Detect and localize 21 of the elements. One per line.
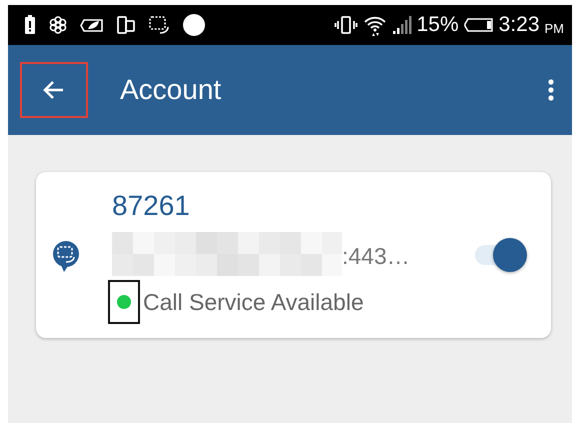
circle-icon (182, 13, 206, 37)
status-text: Call Service Available (143, 288, 364, 316)
signal-icon (392, 15, 412, 35)
battery-icon (464, 17, 494, 33)
battery-percentage: 15% (416, 13, 459, 37)
vibrate-icon (334, 15, 358, 35)
address-port: :443… (342, 243, 410, 270)
clock-period: PM (544, 20, 564, 36)
devices-icon (116, 15, 136, 35)
back-button[interactable] (20, 62, 88, 118)
flower-icon (48, 15, 68, 35)
app-bar-title: Account (120, 74, 222, 106)
leaf-card-icon (80, 16, 104, 34)
wifi-icon (362, 14, 387, 36)
account-number: 87261 (112, 190, 191, 222)
chat-bubble-icon (52, 241, 80, 273)
battery-alert-icon (24, 15, 36, 35)
clock-time: 3:23 (498, 13, 540, 37)
chat-phone-icon (148, 15, 170, 35)
account-card[interactable]: 87261 :443… Call Service Available (36, 172, 551, 338)
more-vertical-icon (548, 78, 554, 102)
